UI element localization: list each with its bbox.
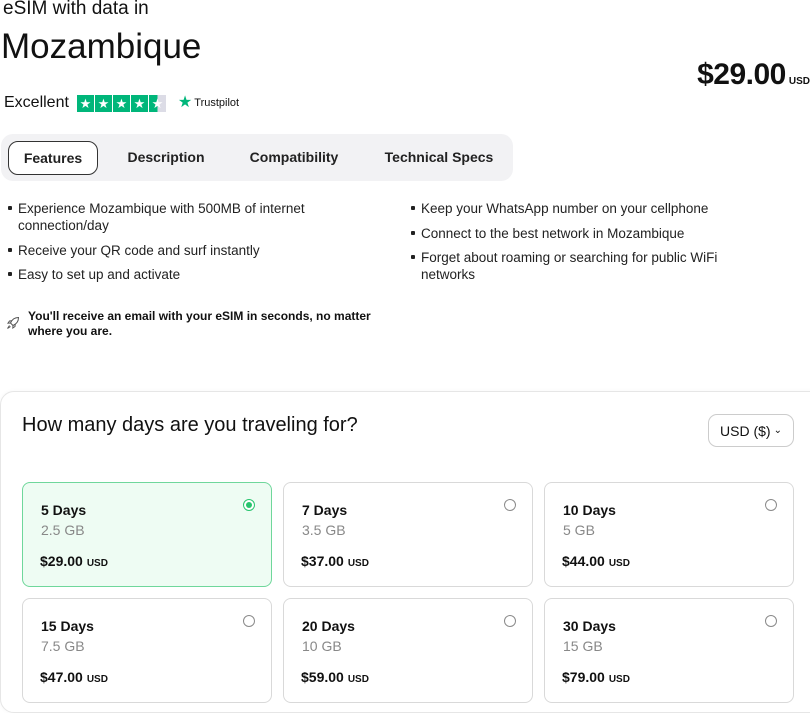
feature-text: Forget about roaming or searching for pu… (421, 250, 718, 282)
plan-data: 15 GB (563, 638, 603, 654)
trustpilot-star-icon: ★ (177, 94, 193, 111)
bullet (8, 272, 12, 276)
feature-item: Connect to the best network in Mozambiqu… (411, 225, 771, 242)
plan-price-amount: $47.00 (40, 669, 83, 685)
feature-item: Forget about roaming or searching for pu… (411, 249, 761, 283)
plan-radio[interactable] (765, 615, 777, 627)
plan-price-amount: $44.00 (562, 553, 605, 569)
price-currency: USD (788, 76, 810, 87)
plan-price: $44.00 USD (562, 553, 630, 569)
plan-days: 5 Days (41, 502, 87, 518)
feature-item: Keep your WhatsApp number on your cellph… (411, 200, 771, 217)
plan-card-7-days[interactable]: 7 Days 3.5 GB $37.00 USD (283, 482, 533, 587)
rating-label: Excellent (4, 94, 69, 111)
plan-card-10-days[interactable]: 10 Days 5 GB $44.00 USD (544, 482, 794, 587)
trustpilot-logo: ★ Trustpilot (178, 95, 239, 111)
currency-select[interactable]: USD ($) ⌄ (708, 414, 794, 447)
plan-days: 20 Days (302, 618, 355, 634)
feature-item: Easy to set up and activate (8, 266, 348, 283)
plan-data: 2.5 GB (41, 522, 85, 538)
plan-radio[interactable] (504, 615, 516, 627)
feature-text: Receive your QR code and surf instantly (18, 243, 260, 258)
plan-data: 5 GB (563, 522, 595, 538)
plan-price-currency: USD (608, 674, 630, 685)
bullet (8, 248, 12, 252)
plan-card-15-days[interactable]: 15 Days 7.5 GB $47.00 USD (22, 598, 272, 703)
product-price: $29.00 USD (697, 58, 810, 92)
plan-card-5-days[interactable]: 5 Days 2.5 GB $29.00 USD (22, 482, 272, 587)
feature-text: Experience Mozambique with 500MB of inte… (18, 201, 305, 233)
plan-radio[interactable] (243, 499, 255, 511)
rating-stars: ★ ★ ★ ★ ★ (76, 94, 166, 112)
tab-description[interactable]: Description (111, 141, 221, 173)
plan-price-currency: USD (86, 674, 108, 685)
feature-text: Connect to the best network in Mozambiqu… (421, 226, 685, 241)
feature-item: Experience Mozambique with 500MB of inte… (8, 200, 348, 234)
product-subtitle: eSIM with data in (3, 0, 149, 19)
plan-days: 10 Days (563, 502, 616, 518)
plan-days: 15 Days (41, 618, 94, 634)
plan-price-currency: USD (347, 674, 369, 685)
star-icon: ★ (76, 94, 94, 112)
plan-radio[interactable] (243, 615, 255, 627)
plan-price-currency: USD (608, 558, 630, 569)
plan-price: $59.00 USD (301, 669, 369, 685)
plan-price: $37.00 USD (301, 553, 369, 569)
plan-radio[interactable] (504, 499, 516, 511)
star-icon: ★ (130, 94, 148, 112)
tab-compatibility[interactable]: Compatibility (236, 141, 352, 173)
feature-tabs: Features Description Compatibility Techn… (1, 134, 513, 181)
plan-price-currency: USD (347, 558, 369, 569)
plan-days: 7 Days (302, 502, 348, 518)
bullet (411, 231, 415, 235)
half-star-icon: ★ (148, 94, 166, 112)
feature-text: Keep your WhatsApp number on your cellph… (421, 201, 709, 216)
plan-data: 7.5 GB (41, 638, 85, 654)
plan-data: 3.5 GB (302, 522, 346, 538)
tab-technical-specs[interactable]: Technical Specs (371, 141, 507, 173)
plan-price: $29.00 USD (40, 553, 108, 569)
feature-item: Receive your QR code and surf instantly (8, 242, 348, 259)
plan-price-amount: $29.00 (40, 553, 83, 569)
product-title: Mozambique (1, 27, 202, 66)
star-icon: ★ (94, 94, 112, 112)
plan-radio[interactable] (765, 499, 777, 511)
trustpilot-rating[interactable]: Excellent ★ ★ ★ ★ ★ ★ Trustpilot (4, 94, 239, 112)
plan-data: 10 GB (302, 638, 342, 654)
tab-features[interactable]: Features (8, 141, 98, 175)
feature-text: Easy to set up and activate (18, 267, 181, 282)
plan-price-currency: USD (86, 558, 108, 569)
bullet (8, 206, 12, 210)
currency-select-value: USD ($) (720, 422, 771, 439)
email-note: You'll receive an email with your eSIM i… (28, 309, 371, 338)
trustpilot-brand: Trustpilot (194, 97, 240, 109)
plan-price-amount: $79.00 (562, 669, 605, 685)
bullet (411, 206, 415, 210)
chevron-down-icon: ⌄ (773, 425, 782, 436)
plan-days: 30 Days (563, 618, 616, 634)
star-icon: ★ (112, 94, 130, 112)
plan-price: $79.00 USD (562, 669, 630, 685)
plan-price-amount: $37.00 (301, 553, 344, 569)
plan-price-amount: $59.00 (301, 669, 344, 685)
plan-price: $47.00 USD (40, 669, 108, 685)
plan-card-30-days[interactable]: 30 Days 15 GB $79.00 USD (544, 598, 794, 703)
rocket-icon (6, 316, 20, 330)
bullet (411, 255, 415, 259)
price-amount: $29.00 (697, 58, 786, 91)
days-question: How many days are you traveling for? (22, 414, 358, 436)
plan-card-20-days[interactable]: 20 Days 10 GB $59.00 USD (283, 598, 533, 703)
